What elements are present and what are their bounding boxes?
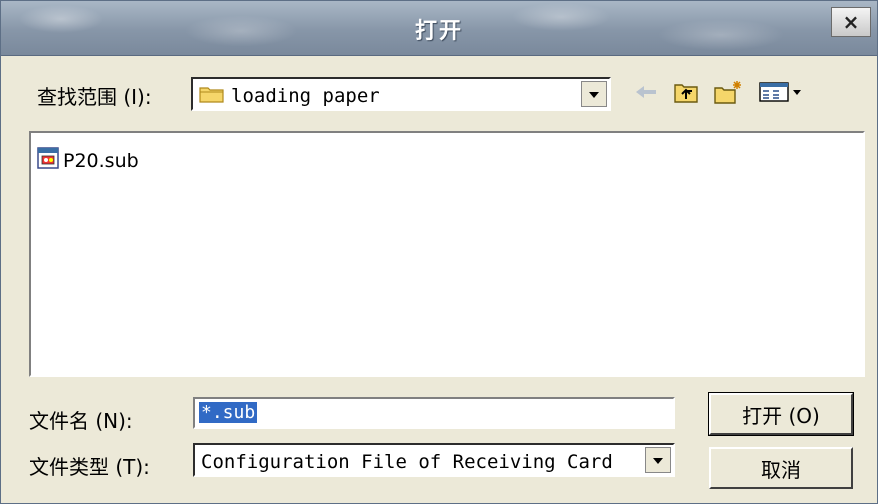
lookin-label: 查找范围 (I):	[37, 85, 152, 109]
filetype-dropdown-arrow[interactable]	[645, 447, 671, 473]
cancel-button[interactable]: 取消	[709, 447, 853, 489]
open-dialog: 打开 × 查找范围 (I): loading paper P20.sub 文件名…	[0, 0, 878, 504]
filename-value: *.sub	[199, 402, 258, 423]
up-folder-icon	[673, 80, 699, 108]
back-button[interactable]	[631, 79, 661, 109]
lookin-value: loading paper	[231, 85, 380, 107]
filetype-value: Configuration File of Receiving Card	[201, 451, 613, 473]
up-folder-button[interactable]	[669, 79, 703, 109]
file-name: P20.sub	[63, 149, 139, 172]
view-menu-button[interactable]	[757, 79, 807, 109]
folder-icon	[199, 84, 225, 108]
close-button[interactable]: ×	[831, 7, 871, 37]
new-folder-button[interactable]	[711, 79, 747, 109]
window-title: 打开	[414, 19, 463, 44]
open-button[interactable]: 打开 (O)	[708, 392, 854, 436]
new-folder-icon	[713, 79, 745, 109]
filetype-dropdown[interactable]: Configuration File of Receiving Card	[193, 443, 675, 477]
chevron-down-icon	[653, 454, 663, 467]
sub-file-icon	[37, 147, 59, 174]
close-icon: ×	[842, 10, 860, 34]
lookin-dropdown[interactable]: loading paper	[191, 77, 611, 111]
lookin-dropdown-arrow[interactable]	[581, 81, 607, 107]
file-item[interactable]: P20.sub	[37, 147, 139, 174]
title-bar[interactable]: 打开 ×	[1, 1, 877, 56]
file-list[interactable]: P20.sub	[29, 131, 865, 377]
filetype-label: 文件类型 (T):	[29, 455, 150, 479]
filename-input[interactable]: *.sub	[193, 397, 675, 429]
view-menu-icon	[759, 81, 805, 107]
filename-label: 文件名 (N):	[29, 409, 133, 433]
back-icon	[634, 84, 658, 104]
chevron-down-icon	[589, 88, 599, 101]
